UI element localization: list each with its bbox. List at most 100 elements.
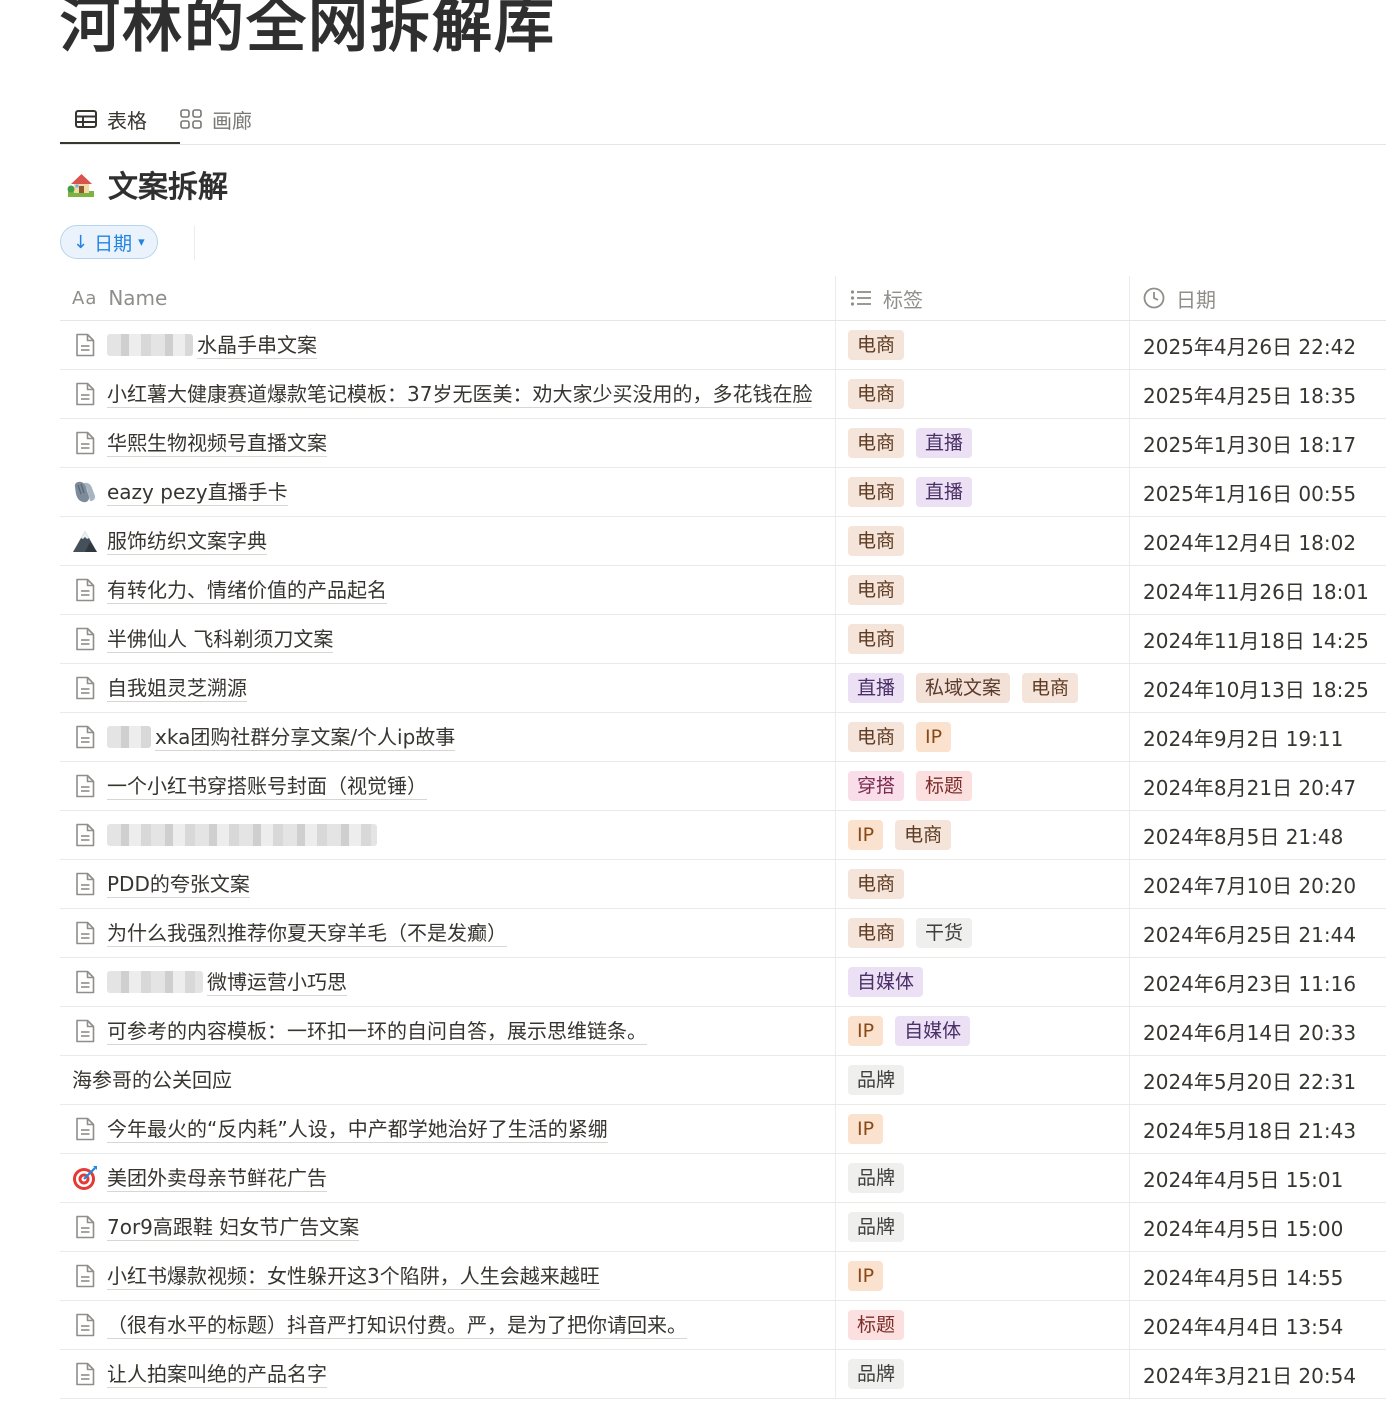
row-title[interactable]: 海参哥的公关回应 [72,1067,232,1093]
name-cell[interactable]: 让人拍案叫绝的产品名字 [60,1350,835,1398]
tags-cell[interactable]: IP 自媒体 [835,1007,1129,1055]
table-row[interactable]: PDD的夸张文案 电商 2024年7月10日 20:20 [60,860,1386,909]
tags-cell[interactable]: 电商 直播 [835,468,1129,516]
date-cell[interactable]: 2024年6月23日 11:16 [1129,958,1386,1006]
row-title[interactable]: 今年最火的“反内耗”人设，中产都学她治好了生活的紧绷 [107,1116,608,1143]
date-cell[interactable]: 2024年11月26日 18:01 [1129,566,1386,614]
date-cell[interactable]: 2024年6月14日 20:33 [1129,1007,1386,1055]
row-title[interactable]: xka团购社群分享文案/个人ip故事 [155,724,456,751]
name-cell[interactable]: 今年最火的“反内耗”人设，中产都学她治好了生活的紧绷 [60,1105,835,1153]
row-title[interactable]: 为什么我强烈推荐你夏天穿羊毛（不是发癫） [107,920,507,947]
table-row[interactable]: 自我姐灵芝溯源 直播 私域文案 电商 2024年10月13日 18:25 [60,664,1386,713]
date-cell[interactable]: 2024年10月13日 18:25 [1129,664,1386,712]
row-title[interactable]: 让人拍案叫绝的产品名字 [107,1361,327,1388]
column-header-tags[interactable]: 标签 [835,276,1129,320]
column-header-date[interactable]: 日期 [1129,276,1386,320]
tags-cell[interactable]: 电商 [835,370,1129,418]
row-title[interactable]: PDD的夸张文案 [107,871,250,898]
date-cell[interactable]: 2024年4月5日 14:55 [1129,1252,1386,1300]
name-cell[interactable]: 一个小红书穿搭账号封面（视觉锤） [60,762,835,810]
date-cell[interactable]: 2024年9月2日 19:11 [1129,713,1386,761]
name-cell[interactable]: PDD的夸张文案 [60,860,835,908]
sort-date-chip[interactable]: ↓ 日期 ▾ [60,225,158,259]
row-title[interactable]: eazy pezy直播手卡 [107,479,288,506]
date-cell[interactable]: 2025年4月26日 22:42 [1129,321,1386,369]
table-row[interactable]: 水晶手串文案 电商 2025年4月26日 22:42 [60,321,1386,370]
name-cell[interactable]: 微博运营小巧思 [60,958,835,1006]
table-row[interactable]: 今年最火的“反内耗”人设，中产都学她治好了生活的紧绷 IP 2024年5月18日 2… [60,1105,1386,1154]
date-cell[interactable]: 2024年3月21日 20:54 [1129,1350,1386,1398]
row-title[interactable]: 美团外卖母亲节鲜花广告 [107,1165,327,1192]
tags-cell[interactable]: 穿搭 标题 [835,762,1129,810]
tags-cell[interactable]: 品牌 [835,1350,1129,1398]
tags-cell[interactable]: IP [835,1252,1129,1300]
row-title[interactable]: 水晶手串文案 [197,332,317,359]
table-row[interactable]: （很有水平的标题）抖音严打知识付费。严，是为了把你请回来。 标题 2024年4月4日… [60,1301,1386,1350]
row-title[interactable]: 微博运营小巧思 [207,969,347,996]
date-cell[interactable]: 2024年4月4日 13:54 [1129,1301,1386,1349]
row-title[interactable]: 可参考的内容模板：一环扣一环的自问自答，展示思维链条。 [107,1018,647,1045]
name-cell[interactable]: 小红薯大健康赛道爆款笔记模板：37岁无医美：劝大家少买没用的，多花钱在脸 [60,370,835,418]
name-cell[interactable]: 可参考的内容模板：一环扣一环的自问自答，展示思维链条。 [60,1007,835,1055]
table-row[interactable]: 美团外卖母亲节鲜花广告 品牌 2024年4月5日 15:01 [60,1154,1386,1203]
row-title[interactable]: 有转化力、情绪价值的产品起名 [107,577,387,604]
name-cell[interactable]: （很有水平的标题）抖音严打知识付费。严，是为了把你请回来。 [60,1301,835,1349]
tags-cell[interactable]: 电商 [835,517,1129,565]
table-row[interactable]: eazy pezy直播手卡 电商 直播 2025年1月16日 00:55 [60,468,1386,517]
tags-cell[interactable]: 品牌 [835,1056,1129,1104]
table-row[interactable]: 微博运营小巧思 自媒体 2024年6月23日 11:16 [60,958,1386,1007]
date-cell[interactable]: 2025年4月25日 18:35 [1129,370,1386,418]
name-cell[interactable]: 为什么我强烈推荐你夏天穿羊毛（不是发癫） [60,909,835,957]
tags-cell[interactable]: IP 电商 [835,811,1129,859]
table-row[interactable]: 让人拍案叫绝的产品名字 品牌 2024年3月21日 20:54 [60,1350,1386,1399]
row-title[interactable]: 小红薯大健康赛道爆款笔记模板：37岁无医美：劝大家少买没用的，多花钱在脸 [107,381,813,408]
table-row[interactable]: 服饰纺织文案字典 电商 2024年12月4日 18:02 [60,517,1386,566]
table-row[interactable]: 可参考的内容模板：一环扣一环的自问自答，展示思维链条。 IP 自媒体 2024年6月1… [60,1007,1386,1056]
name-cell[interactable]: 7or9高跟鞋 妇女节广告文案 [60,1203,835,1251]
name-cell[interactable] [60,811,835,859]
tags-cell[interactable]: 电商 [835,321,1129,369]
tab-table[interactable]: 表格 [60,96,180,144]
tags-cell[interactable]: 电商 [835,566,1129,614]
name-cell[interactable]: 服饰纺织文案字典 [60,517,835,565]
date-cell[interactable]: 2025年1月30日 18:17 [1129,419,1386,467]
date-cell[interactable]: 2024年5月18日 21:43 [1129,1105,1386,1153]
row-title[interactable]: 服饰纺织文案字典 [107,528,267,555]
row-title[interactable]: （很有水平的标题）抖音严打知识付费。严，是为了把你请回来。 [107,1312,687,1339]
name-cell[interactable]: 有转化力、情绪价值的产品起名 [60,566,835,614]
tags-cell[interactable]: 电商 IP [835,713,1129,761]
tags-cell[interactable]: 电商 干货 [835,909,1129,957]
date-cell[interactable]: 2024年7月10日 20:20 [1129,860,1386,908]
table-row[interactable]: 半佛仙人 飞科剃须刀文案 电商 2024年11月18日 14:25 [60,615,1386,664]
tags-cell[interactable]: 自媒体 [835,958,1129,1006]
table-row[interactable]: xka团购社群分享文案/个人ip故事 电商 IP 2024年9月2日 19:11 [60,713,1386,762]
name-cell[interactable]: 自我姐灵芝溯源 [60,664,835,712]
name-cell[interactable]: 小红书爆款视频：女性躲开这3个陷阱，人生会越来越旺 [60,1252,835,1300]
table-row[interactable]: 海参哥的公关回应 品牌 2024年5月20日 22:31 [60,1056,1386,1105]
name-cell[interactable]: 半佛仙人 飞科剃须刀文案 [60,615,835,663]
tags-cell[interactable]: 标题 [835,1301,1129,1349]
tags-cell[interactable]: 直播 私域文案 电商 [835,664,1129,712]
name-cell[interactable]: 水晶手串文案 [60,321,835,369]
date-cell[interactable]: 2024年12月4日 18:02 [1129,517,1386,565]
date-cell[interactable]: 2024年4月5日 15:01 [1129,1154,1386,1202]
table-row[interactable]: 为什么我强烈推荐你夏天穿羊毛（不是发癫） 电商 干货 2024年6月25日 21:44 [60,909,1386,958]
date-cell[interactable]: 2024年4月5日 15:00 [1129,1203,1386,1251]
row-title[interactable]: 7or9高跟鞋 妇女节广告文案 [107,1214,360,1241]
tags-cell[interactable]: 电商 [835,615,1129,663]
date-cell[interactable]: 2024年11月18日 14:25 [1129,615,1386,663]
table-row[interactable]: 7or9高跟鞋 妇女节广告文案 品牌 2024年4月5日 15:00 [60,1203,1386,1252]
tags-cell[interactable]: 电商 直播 [835,419,1129,467]
tags-cell[interactable]: 电商 [835,860,1129,908]
table-row[interactable]: IP 电商 2024年8月5日 21:48 [60,811,1386,860]
name-cell[interactable]: 海参哥的公关回应 [60,1056,835,1104]
tags-cell[interactable]: IP [835,1105,1129,1153]
row-title[interactable]: 半佛仙人 飞科剃须刀文案 [107,626,334,653]
table-row[interactable]: 小红书爆款视频：女性躲开这3个陷阱，人生会越来越旺 IP 2024年4月5日 14:… [60,1252,1386,1301]
name-cell[interactable]: 美团外卖母亲节鲜花广告 [60,1154,835,1202]
table-row[interactable]: 小红薯大健康赛道爆款笔记模板：37岁无医美：劝大家少买没用的，多花钱在脸 电商 20… [60,370,1386,419]
date-cell[interactable]: 2024年8月5日 21:48 [1129,811,1386,859]
date-cell[interactable]: 2024年6月25日 21:44 [1129,909,1386,957]
table-row[interactable]: 有转化力、情绪价值的产品起名 电商 2024年11月26日 18:01 [60,566,1386,615]
date-cell[interactable]: 2025年1月16日 00:55 [1129,468,1386,516]
